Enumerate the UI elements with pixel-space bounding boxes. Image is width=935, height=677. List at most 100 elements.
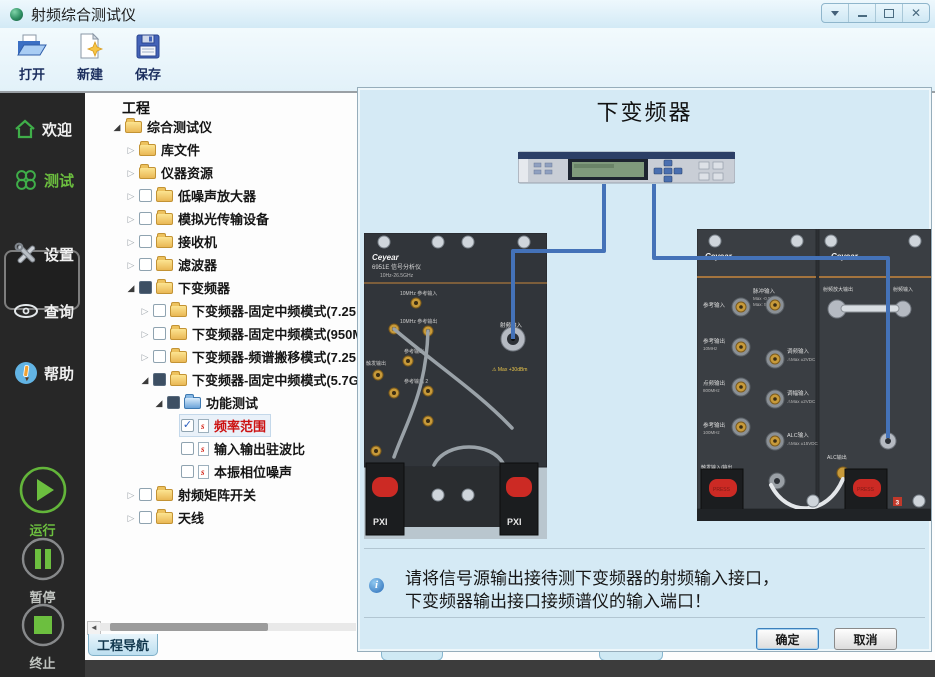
- tree-item[interactable]: 滤波器: [138, 254, 221, 275]
- tree-checkbox[interactable]: [153, 350, 166, 363]
- tree-item[interactable]: 本振相位噪声: [180, 461, 296, 482]
- pencil-help-icon: [13, 360, 39, 386]
- tree-checkbox[interactable]: [139, 488, 152, 501]
- tree-item[interactable]: 仪器资源: [138, 162, 217, 183]
- signal-source-photo: [518, 147, 735, 189]
- tree-item-label: 下变频器-固定中频模式(7.25: [192, 301, 356, 320]
- expand-icon[interactable]: [124, 160, 138, 185]
- svg-text:ALC输入: ALC输入: [787, 431, 809, 439]
- folder-icon: [139, 144, 156, 156]
- window-menu-button[interactable]: [822, 4, 849, 22]
- tree-checkbox[interactable]: [153, 304, 166, 317]
- tree-item[interactable]: 下变频器-固定中频模式(7.25: [152, 300, 360, 321]
- expand-icon[interactable]: [124, 252, 138, 277]
- svg-text:PXI: PXI: [373, 517, 388, 527]
- open-folder-icon: [15, 32, 49, 62]
- open-button[interactable]: 打开: [6, 28, 58, 83]
- tree-checkbox[interactable]: ✓: [181, 419, 194, 432]
- sidebar-item-label: 设置: [44, 244, 74, 265]
- pxi-latch-left: PXI: [366, 463, 404, 535]
- scrollbar-thumb[interactable]: [110, 623, 268, 631]
- tree-checkbox[interactable]: [181, 442, 194, 455]
- tree-checkbox[interactable]: [139, 189, 152, 202]
- ok-button[interactable]: 确定: [756, 628, 819, 650]
- folder-icon: [156, 259, 173, 271]
- tab-project-navigation[interactable]: 工程导航: [88, 634, 158, 656]
- tree-item[interactable]: 接收机: [138, 231, 221, 252]
- expand-icon[interactable]: [124, 482, 138, 507]
- separator-bottom: [364, 617, 925, 618]
- tree-item[interactable]: 下变频器: [138, 277, 234, 298]
- folder-icon: [156, 489, 173, 501]
- scroll-left-button[interactable]: ◄: [87, 621, 101, 635]
- tree-checkbox[interactable]: [139, 212, 152, 225]
- rf-input-connector: [501, 327, 525, 351]
- tree-checkbox[interactable]: [167, 396, 180, 409]
- tree-item[interactable]: 天线: [138, 507, 208, 528]
- latch-left: PRESS: [701, 469, 743, 515]
- message-line-1: 请将信号源输出接待测下变频器的射频输入接口，: [405, 567, 905, 590]
- signal-analyzer-photo: Ceyear 6951E 信号分析仪 10Hz-26.5GHz 10MHz 参考…: [364, 233, 547, 539]
- collapse-icon[interactable]: [138, 367, 152, 392]
- tree-item[interactable]: ✓ 频率范围: [180, 415, 270, 436]
- tree-item-label: 下变频器-频谱搬移模式(7.25: [192, 347, 356, 366]
- tree-item[interactable]: 输入输出驻波比: [180, 438, 309, 459]
- save-floppy-icon: [131, 32, 165, 62]
- expand-icon[interactable]: [124, 206, 138, 231]
- save-button[interactable]: 保存: [122, 28, 174, 83]
- pause-button[interactable]: 暂停: [0, 536, 85, 606]
- tree-item-label: 频率范围: [214, 416, 266, 435]
- minimize-button[interactable]: [849, 4, 876, 22]
- tree-item[interactable]: 射频矩阵开关: [138, 484, 260, 505]
- close-button[interactable]: ✕: [903, 4, 929, 22]
- tree-item[interactable]: 下变频器-固定中频模式(950M: [152, 323, 367, 344]
- sidebar-item-welcome[interactable]: 欢迎: [0, 114, 85, 144]
- collapse-icon[interactable]: [152, 390, 166, 415]
- sidebar-item-settings[interactable]: 设置: [0, 239, 85, 269]
- tree-checkbox[interactable]: [139, 235, 152, 248]
- tree-item-label: 仪器资源: [161, 163, 213, 182]
- tree-item[interactable]: 功能测试: [166, 392, 262, 413]
- pause-icon: [20, 536, 66, 582]
- expand-icon[interactable]: [124, 137, 138, 162]
- sidebar-item-test[interactable]: 测试: [0, 165, 85, 195]
- sidebar-item-query[interactable]: 查询: [0, 296, 85, 326]
- svg-text:参考输入: 参考输入: [703, 301, 726, 309]
- expand-icon[interactable]: [138, 298, 152, 323]
- tree-item[interactable]: 综合测试仪: [124, 116, 216, 137]
- tree-item[interactable]: 库文件: [138, 139, 204, 160]
- tree-checkbox[interactable]: [153, 327, 166, 340]
- collapse-icon[interactable]: [124, 275, 138, 300]
- expand-icon[interactable]: [124, 229, 138, 254]
- sidebar: 欢迎 测试 设置 查询 帮助: [0, 93, 85, 677]
- sidebar-item-help[interactable]: 帮助: [0, 358, 85, 388]
- svg-text:脉冲输入: 脉冲输入: [753, 287, 776, 295]
- tree-item[interactable]: 模拟光传输设备: [138, 208, 273, 229]
- tree-item-label: 下变频器: [178, 278, 230, 297]
- tree-checkbox[interactable]: [153, 373, 166, 386]
- run-button[interactable]: 运行: [0, 465, 85, 539]
- expand-icon[interactable]: [138, 321, 152, 346]
- folder-icon: [156, 213, 173, 225]
- expand-icon[interactable]: [138, 344, 152, 369]
- expand-icon[interactable]: [124, 505, 138, 530]
- new-button[interactable]: 新建: [64, 28, 116, 83]
- expand-icon[interactable]: [124, 183, 138, 208]
- tree-checkbox[interactable]: [181, 465, 194, 478]
- cancel-button[interactable]: 取消: [834, 628, 897, 650]
- folder-icon: [170, 305, 187, 317]
- tree-checkbox[interactable]: [139, 258, 152, 271]
- collapse-icon[interactable]: [110, 114, 124, 139]
- tree-item-label: 低噪声放大器: [178, 186, 256, 205]
- svg-text:调频输入: 调频输入: [787, 347, 810, 355]
- folder-icon: [156, 236, 173, 248]
- tree-item[interactable]: 下变频器-频谱搬移模式(7.25: [152, 346, 360, 367]
- tree-item-label: 下变频器-固定中频模式(950M: [192, 324, 363, 343]
- maximize-button[interactable]: [876, 4, 903, 22]
- tree-item[interactable]: 下变频器-固定中频模式(5.7G: [152, 369, 363, 390]
- tree-checkbox[interactable]: [139, 511, 152, 524]
- stop-button[interactable]: 终止: [0, 602, 85, 672]
- chevron-down-icon: [831, 11, 839, 16]
- tree-item[interactable]: 低噪声放大器: [138, 185, 260, 206]
- tree-checkbox[interactable]: [139, 281, 152, 294]
